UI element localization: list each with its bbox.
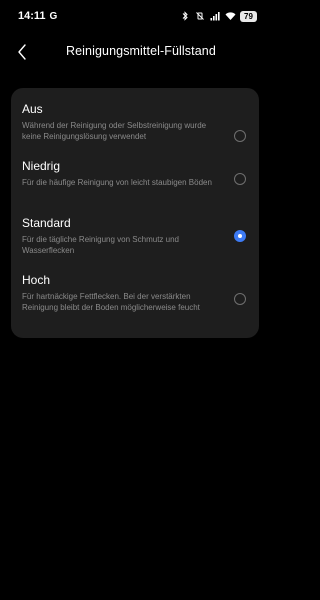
screen: 14:11 G 79 Reinigungsmittel-Füllstand Au… — [0, 0, 270, 600]
google-g-icon: G — [49, 10, 58, 22]
radio-button[interactable] — [234, 130, 246, 142]
bluetooth-icon — [180, 11, 190, 21]
chevron-left-icon — [18, 44, 26, 60]
option-description: Für die häufige Reinigung von leicht sta… — [22, 178, 212, 187]
status-bar: 14:11 G 79 — [0, 0, 270, 32]
options-card: Aus Während der Reinigung oder Selbstrei… — [11, 88, 259, 338]
status-right: 79 — [180, 10, 257, 22]
option-description: Für die tägliche Reinigung von Schmutz u… — [22, 235, 179, 255]
status-time: 14:11 — [18, 10, 46, 22]
option-title: Standard — [22, 216, 71, 230]
option-aus[interactable]: Aus Während der Reinigung oder Selbstrei… — [11, 102, 259, 158]
battery-icon: 79 — [240, 10, 257, 22]
option-hoch[interactable]: Hoch Für hartnäckige Fettflecken. Bei de… — [11, 273, 259, 329]
wifi-icon — [225, 11, 236, 21]
option-standard[interactable]: Standard Für die tägliche Reinigung von … — [11, 216, 259, 272]
signal-icon — [210, 11, 220, 21]
radio-button[interactable] — [234, 293, 246, 305]
mute-vibrate-icon — [195, 11, 205, 21]
radio-button[interactable] — [234, 173, 246, 185]
option-description: Während der Reinigung oder Selbstreinigu… — [22, 121, 207, 141]
option-title: Hoch — [22, 273, 51, 287]
header: Reinigungsmittel-Füllstand — [0, 37, 270, 67]
option-niedrig[interactable]: Niedrig Für die häufige Reinigung von le… — [11, 159, 259, 215]
back-button[interactable] — [10, 39, 34, 65]
status-left: 14:11 G — [18, 10, 57, 22]
option-title: Aus — [22, 102, 43, 116]
radio-button-selected[interactable] — [234, 230, 246, 242]
page-title: Reinigungsmittel-Füllstand — [66, 44, 216, 58]
option-description: Für hartnäckige Fettflecken. Bei der ver… — [22, 292, 200, 312]
option-title: Niedrig — [22, 159, 61, 173]
